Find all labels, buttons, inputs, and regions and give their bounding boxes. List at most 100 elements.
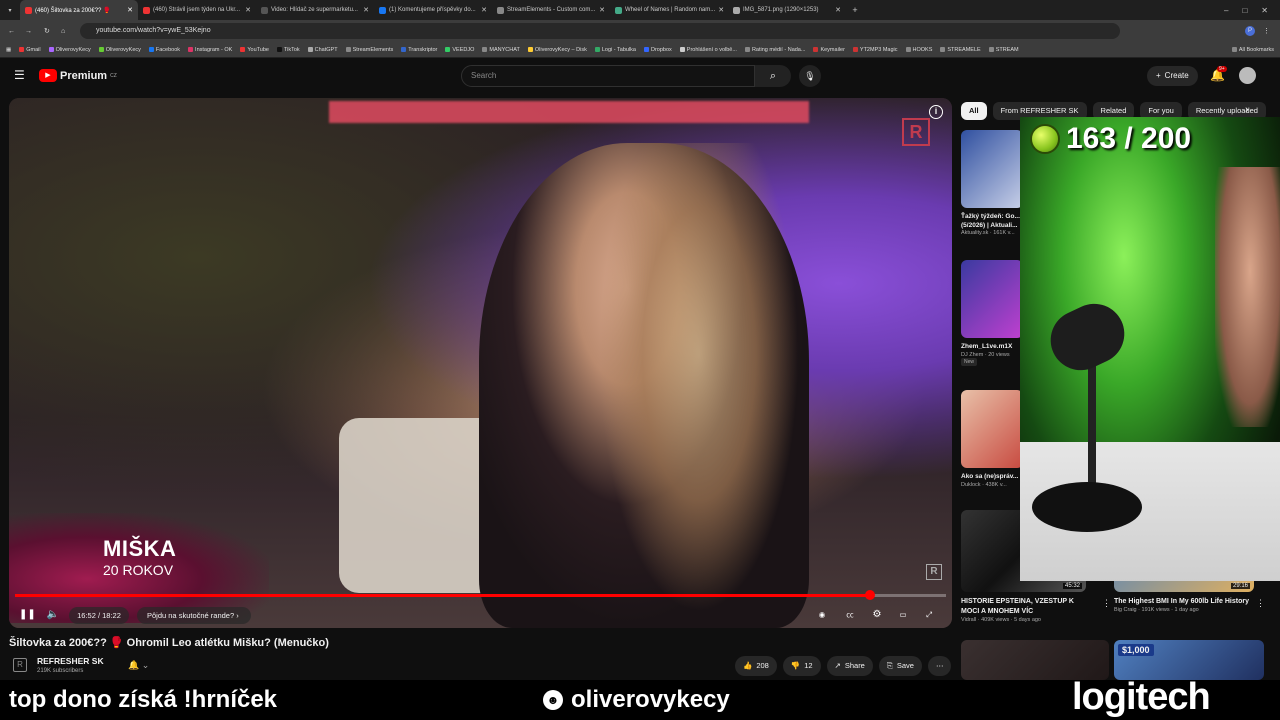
bookmark[interactable]: Dropbox xyxy=(644,47,672,53)
bookmark[interactable]: TikTok xyxy=(276,47,300,53)
list-item[interactable]: Ako sa (ne)správ... Duklock · 438K v... xyxy=(961,390,1023,488)
pause-icon: ❚❚ xyxy=(19,609,36,620)
save-button[interactable]: ⎘ Save xyxy=(878,656,922,676)
browser-tab[interactable]: (460) Šiltovka za 200€?? 🥊 ✕ xyxy=(20,0,138,20)
close-tab-icon[interactable]: ✕ xyxy=(363,6,369,14)
apps-icon[interactable]: ▦ xyxy=(6,47,11,53)
browser-tab[interactable]: (1) Komentujeme příspěvky do... ✕ xyxy=(374,0,492,20)
like-button[interactable]: 👍 208 xyxy=(735,656,777,676)
browser-tab[interactable]: (460) Strávil jsem týden na Ukr... ✕ xyxy=(138,0,256,20)
bookmark-folder[interactable]: STREAM xyxy=(988,47,1019,53)
subscribe-bell-button[interactable]: 🔔 ⌄ xyxy=(128,660,149,671)
video-thumbnail[interactable]: $1,000 xyxy=(1114,640,1264,680)
chip-all[interactable]: All xyxy=(961,102,987,120)
video-thumbnail[interactable] xyxy=(961,640,1109,680)
home-icon[interactable]: ⌂ xyxy=(61,28,65,35)
browser-tab[interactable]: IMG_5871.png (1290×1253) ✕ xyxy=(728,0,846,20)
bookmark[interactable]: Rating médií - Nada... xyxy=(744,47,805,53)
youtube-header: ☰ ▶ Premium CZ Search ⌕ 🎙 + Create 🔔 9+ xyxy=(0,58,1280,96)
bookmark[interactable]: Logi - Tabulka xyxy=(594,47,636,53)
search-icon: ⌕ xyxy=(769,70,777,82)
share-button[interactable]: ↗ Share xyxy=(826,656,873,676)
close-window-icon[interactable]: ✕ xyxy=(1261,6,1268,15)
bookmark-folder[interactable]: HOOKS xyxy=(905,47,932,53)
dislike-button[interactable]: 👎 12 xyxy=(782,656,821,676)
bookmark[interactable]: OliverovyKecy xyxy=(98,47,141,53)
scrubber-handle[interactable] xyxy=(864,590,875,600)
address-bar[interactable]: youtube.com/watch?v=ywE_53Kejno xyxy=(80,23,1120,39)
close-tab-icon[interactable]: ✕ xyxy=(481,6,487,14)
bookmark[interactable]: Facebook xyxy=(148,47,180,53)
info-icon[interactable]: i xyxy=(929,105,943,119)
channel-name[interactable]: REFRESHER SK xyxy=(37,656,104,666)
chapter-button[interactable]: Pôjdu na skutočné rande? › xyxy=(137,607,251,624)
bookmark[interactable]: YT2MP3 Magic xyxy=(852,47,898,53)
bookmark[interactable]: ChatGPT xyxy=(307,47,338,53)
streamer-arm xyxy=(1215,167,1280,427)
bookmark[interactable]: YouTube xyxy=(240,47,269,53)
browser-tab[interactable]: Wheel of Names | Random nam... ✕ xyxy=(610,0,728,20)
site-favicon-icon xyxy=(261,6,268,14)
search-button[interactable]: ⌕ xyxy=(755,65,791,87)
all-bookmarks[interactable]: All Bookmarks xyxy=(1231,47,1280,53)
stream-message: top dono získá !hrníček xyxy=(9,686,278,713)
menu-icon[interactable]: ⋮ xyxy=(1263,27,1270,35)
bookmark[interactable]: OliverovyKecy – Disk xyxy=(527,47,587,53)
minimize-icon[interactable]: – xyxy=(1224,6,1228,15)
browser-tab[interactable]: Video: Hlídač ze supermarketu... ✕ xyxy=(256,0,374,20)
reload-icon[interactable]: ↻ xyxy=(44,27,50,35)
hamburger-menu-icon[interactable]: ☰ xyxy=(14,68,25,82)
sponsor-logo: logitech xyxy=(1072,676,1211,718)
list-item[interactable]: Zhem_L1ve.m1X DJ Zhem · 20 views New xyxy=(961,260,1023,366)
subtitles-button[interactable]: ㏄ xyxy=(841,606,859,624)
thumbs-down-icon: 👎 xyxy=(790,661,801,670)
notifications-button[interactable]: 🔔 9+ xyxy=(1210,66,1227,82)
close-tab-icon[interactable]: ✕ xyxy=(599,6,605,14)
pause-button[interactable]: ❚❚ xyxy=(19,606,36,624)
thumbs-up-icon: 👍 xyxy=(743,661,753,670)
bookmark[interactable]: Prohlášení o volbě... xyxy=(679,47,737,53)
more-actions-button[interactable]: ⋯ xyxy=(927,656,952,676)
profile-avatar[interactable]: P xyxy=(1245,26,1255,36)
bookmark[interactable]: MANYCHAT xyxy=(482,47,520,53)
more-options-icon[interactable]: ⋮ xyxy=(1102,598,1111,609)
bookmark[interactable]: VEEDJO xyxy=(445,47,474,53)
settings-button[interactable]: ⚙ xyxy=(869,606,885,624)
back-icon[interactable]: ← xyxy=(8,28,15,35)
new-tab-icon[interactable]: + xyxy=(846,5,864,15)
chips-next-icon[interactable]: › xyxy=(1245,104,1249,116)
close-tab-icon[interactable]: ✕ xyxy=(835,6,841,14)
bookmark[interactable]: OliverovyKecy xyxy=(48,47,91,53)
autoplay-toggle[interactable]: ◉ xyxy=(814,606,830,624)
browser-tab[interactable]: StreamElements - Custom com... ✕ xyxy=(492,0,610,20)
youtube-logo[interactable]: ▶ Premium CZ xyxy=(39,69,117,82)
voice-search-button[interactable]: 🎙 xyxy=(799,65,821,87)
fullscreen-button[interactable]: ⤢ xyxy=(921,606,937,624)
theater-mode-button[interactable]: ▭ xyxy=(895,606,911,624)
bookmark[interactable]: Keymailer xyxy=(813,47,845,53)
social-icon: ☻ xyxy=(543,690,563,710)
close-tab-icon[interactable]: ✕ xyxy=(245,6,251,14)
bookmark[interactable]: Instagram - OK xyxy=(188,47,232,53)
watermark-icon[interactable]: R xyxy=(926,564,942,580)
progress-bar[interactable] xyxy=(15,590,946,600)
mic-stand xyxy=(1088,357,1096,487)
bookmark-folder[interactable]: STREAMELE xyxy=(940,47,981,53)
bookmark[interactable]: StreamElements xyxy=(345,47,393,53)
list-item[interactable]: Ťažký týždeň: Go... (5/2026) | Aktuali..… xyxy=(961,130,1023,236)
avatar[interactable] xyxy=(1239,67,1256,84)
bookmark[interactable]: Gmail xyxy=(19,47,41,53)
bookmark[interactable]: Transkriptor xyxy=(401,47,437,53)
volume-button[interactable]: 🔈 xyxy=(45,606,61,624)
more-options-icon[interactable]: ⋮ xyxy=(1256,598,1265,609)
create-button[interactable]: + Create xyxy=(1147,66,1198,86)
video-player[interactable]: R i MIŠKA 20 ROKOV R ❚❚ 🔈 16:52 / 18:22 … xyxy=(9,98,952,628)
forward-icon[interactable]: → xyxy=(25,28,32,35)
search-input[interactable]: Search xyxy=(461,65,755,87)
close-tab-icon[interactable]: ✕ xyxy=(718,6,724,14)
close-tab-icon[interactable]: ✕ xyxy=(127,6,133,14)
image-favicon-icon xyxy=(733,6,740,14)
maximize-icon[interactable]: □ xyxy=(1242,6,1247,15)
tab-search-icon[interactable]: ▾ xyxy=(0,7,20,14)
channel-avatar[interactable]: R xyxy=(13,658,27,672)
